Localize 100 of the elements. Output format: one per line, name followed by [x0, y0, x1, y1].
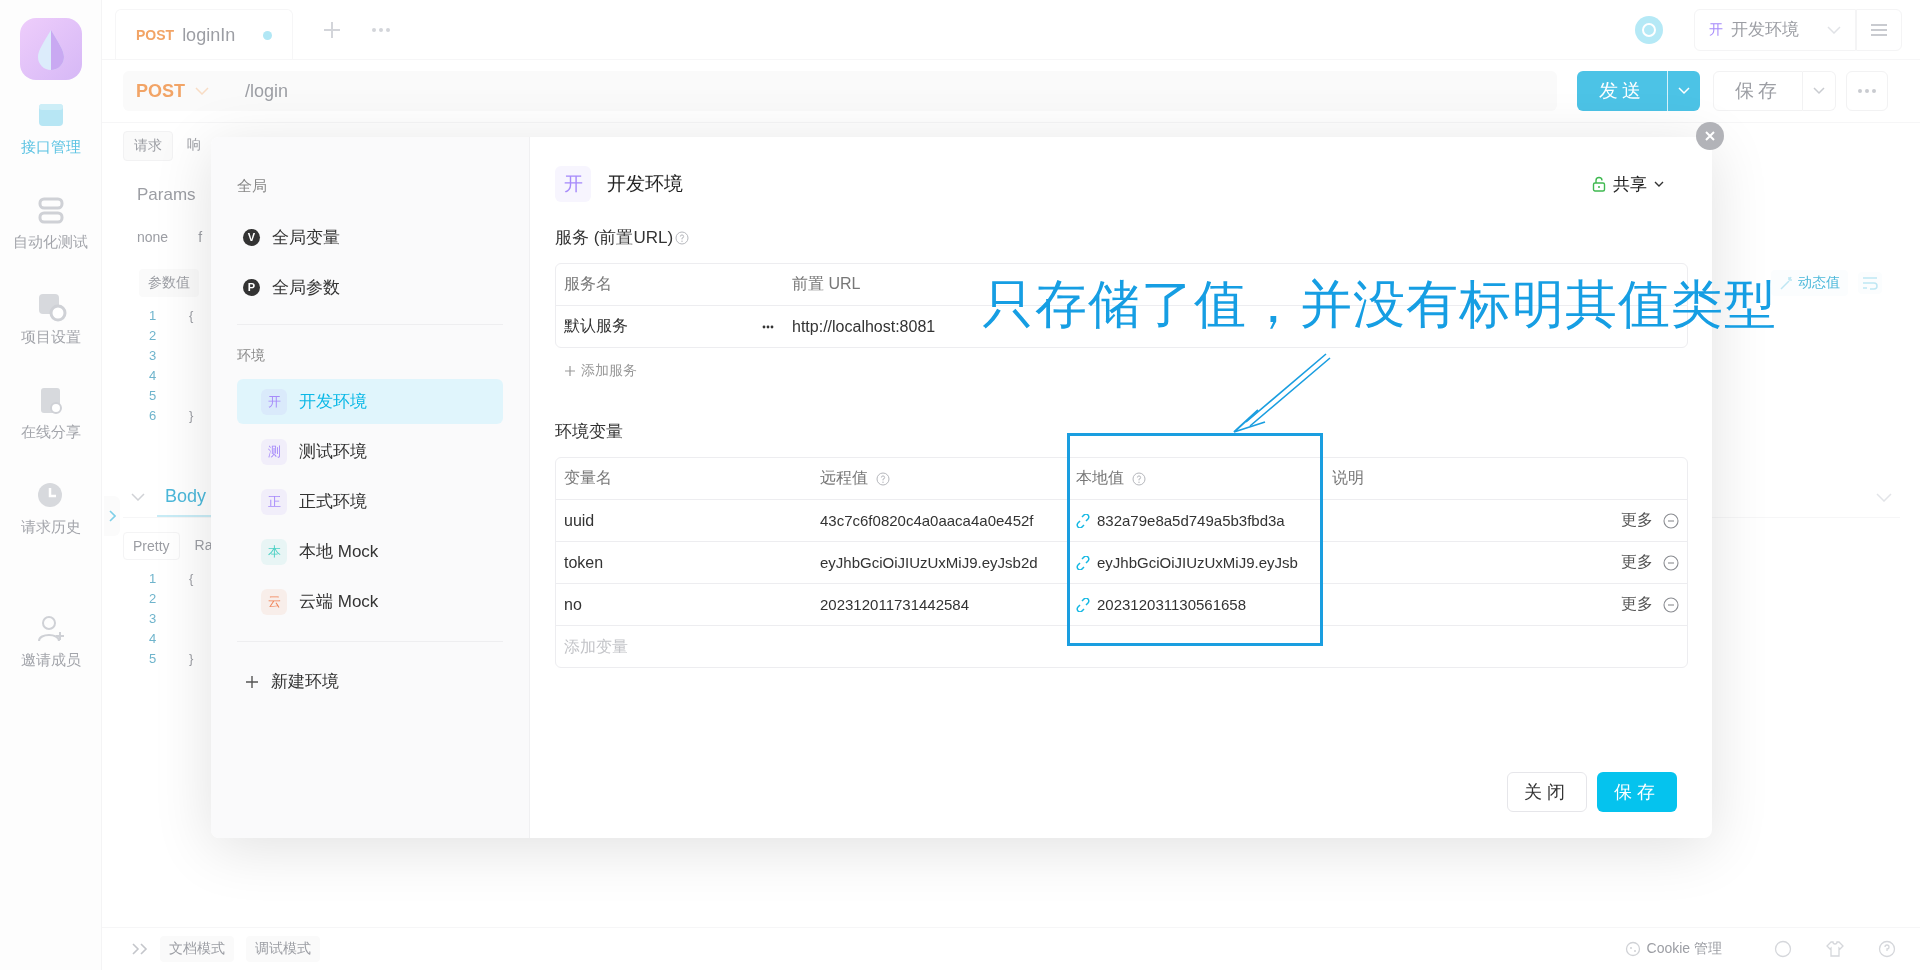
environment-badge: 开: [555, 166, 591, 202]
code-text: {: [189, 307, 194, 323]
mode-tab[interactable]: 调试模式: [246, 936, 320, 962]
table-cell: uuid: [564, 511, 595, 530]
remove-icon: [1663, 596, 1679, 613]
code-text: {: [189, 570, 194, 586]
line-number: 3: [149, 610, 158, 626]
menu-button[interactable]: [1856, 8, 1902, 51]
expand-tab[interactable]: [104, 496, 120, 536]
panel-tab[interactable]: 响: [177, 131, 211, 161]
table-cell: eyJhbGciOiJIUzUxMiJ9.eyJsb: [1097, 554, 1298, 571]
add-variable-field[interactable]: 添加变量: [564, 637, 864, 656]
nav-item[interactable]: 在线分享: [20, 385, 81, 480]
wrap-icon: [1862, 276, 1878, 290]
line-number: 5: [149, 650, 158, 666]
environment-badge: 云: [261, 588, 287, 615]
line-number: 5: [149, 387, 158, 403]
chevron-down-icon: [131, 493, 145, 501]
url-field[interactable]: POST /login: [123, 71, 1557, 111]
environment-item[interactable]: 本 本地 Mock: [237, 529, 503, 574]
section-heading: 全局: [237, 177, 268, 196]
line-number: 6: [149, 407, 158, 423]
letter-badge: P: [243, 278, 260, 296]
chevron-down-icon: [1827, 25, 1841, 34]
link-icon: [1076, 597, 1090, 612]
save-options-button[interactable]: [1803, 71, 1836, 111]
link-icon: [1076, 555, 1090, 570]
request-tab[interactable]: POST loginIn: [115, 9, 294, 60]
wrap-lines-button[interactable]: [1858, 272, 1882, 294]
chevron-down-icon: [1654, 181, 1664, 187]
table-cell: 832a79e8a5d749a5b3fbd3a: [1097, 512, 1285, 529]
nav-item[interactable]: 邀请成员: [20, 613, 81, 708]
dialog-title: 开发环境: [607, 172, 683, 196]
add-icon: [323, 20, 342, 39]
mode-tab[interactable]: 文档模式: [160, 936, 234, 962]
plus-icon: [245, 674, 259, 689]
sync-icon: [1634, 14, 1664, 45]
environment-item[interactable]: 测 测试环境: [237, 429, 503, 474]
line-number: 1: [149, 307, 158, 323]
more-link[interactable]: 更多: [1621, 510, 1653, 531]
logo-icon: [19, 18, 82, 80]
nav-item[interactable]: 项目设置: [20, 290, 81, 385]
environment-item[interactable]: 云 云端 Mock: [237, 579, 503, 624]
nav-item[interactable]: 自动化测试: [13, 195, 88, 290]
chevron-down-icon: [1876, 492, 1892, 502]
body-type-option[interactable]: none: [137, 229, 169, 245]
table-cell-text: 默认服务: [564, 316, 628, 336]
more-icon: [1857, 88, 1877, 94]
nav-item[interactable]: 请求历史: [20, 480, 81, 575]
link-icon: [1076, 513, 1090, 528]
param-value-button[interactable]: 参数值: [139, 269, 199, 297]
question-icon: [1878, 940, 1896, 958]
close-button[interactable]: [1696, 122, 1724, 150]
environment-item[interactable]: 开 开发环境: [237, 379, 503, 424]
menu-icon: [1870, 22, 1888, 37]
new-environment-button[interactable]: 新建环境: [245, 670, 503, 693]
panel-tab[interactable]: 请求: [123, 131, 173, 161]
cookie-button[interactable]: Cookie 管理: [1624, 940, 1722, 958]
section-heading: 环境: [237, 347, 266, 365]
chevron-right-icon: [108, 510, 116, 522]
add-service-button[interactable]: 添加服务: [565, 362, 1688, 380]
letter-badge: V: [243, 228, 260, 246]
send-options-button[interactable]: [1667, 71, 1700, 111]
dynamic-value-button[interactable]: 动态值: [1771, 270, 1848, 296]
send-button[interactable]: 发送: [1577, 71, 1667, 111]
chevron-down-icon: [1678, 87, 1690, 95]
environment-badge: 本: [261, 538, 287, 565]
environment-item[interactable]: 正 正式环境: [237, 479, 503, 524]
table-cell: 202312031130561658: [1097, 596, 1247, 613]
body-type-option[interactable]: f: [198, 229, 203, 245]
sidebar-item[interactable]: P 全局参数: [243, 262, 503, 312]
sidebar-item[interactable]: V 全局变量: [243, 212, 503, 262]
save-button[interactable]: 保存: [1713, 71, 1803, 111]
share-dropdown[interactable]: 共享: [1592, 172, 1664, 196]
line-number: 1: [149, 570, 158, 586]
close-button[interactable]: 关闭: [1507, 772, 1587, 812]
environment-badge: 测: [261, 438, 287, 465]
code-text: }: [189, 407, 194, 423]
remove-icon: [1663, 554, 1679, 571]
line-number: 2: [149, 327, 158, 343]
code-text: }: [189, 650, 194, 666]
line-number: 3: [149, 347, 158, 363]
line-number: 4: [149, 367, 158, 383]
section-heading: 环境变量: [555, 421, 624, 443]
more-link[interactable]: 更多: [1621, 594, 1653, 615]
nav-item[interactable]: 接口管理: [20, 100, 81, 195]
close-icon: [1705, 131, 1715, 141]
environment-dropdown[interactable]: 开 开发环境: [1694, 8, 1856, 51]
magic-wand-icon: [1779, 276, 1793, 290]
format-tab[interactable]: Pretty: [123, 532, 180, 560]
shirt-icon: [1826, 940, 1844, 958]
table-cell: 43c7c6f0820c4a0aaca4a0e452f: [820, 512, 1034, 529]
environment-badge: 正: [261, 488, 287, 515]
more-link[interactable]: 更多: [1621, 552, 1653, 573]
column-header: 远程值: [820, 468, 890, 489]
save-button[interactable]: 保存: [1597, 772, 1677, 812]
help-icon: [675, 230, 690, 245]
column-header: 前置 URL: [791, 274, 862, 294]
table-cell: 202312011731442584: [820, 596, 970, 613]
more-button[interactable]: [1846, 71, 1888, 111]
